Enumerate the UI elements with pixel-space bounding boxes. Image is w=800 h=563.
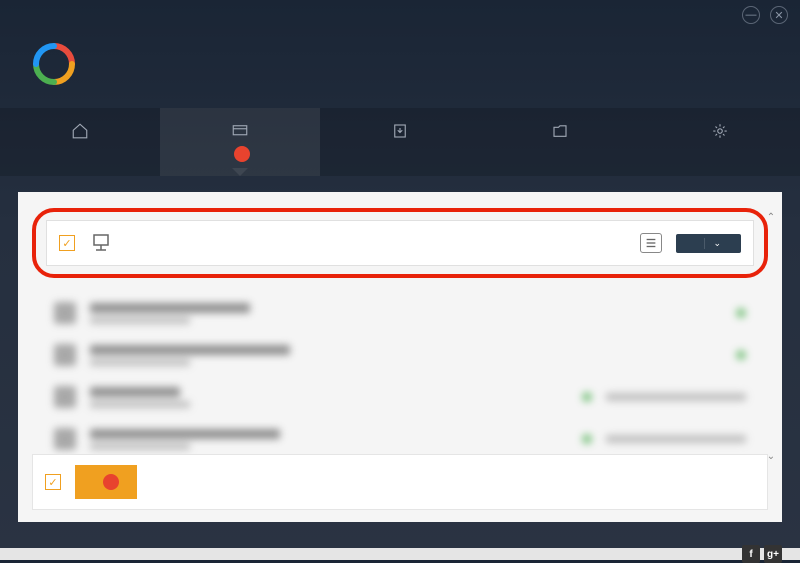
download-install-button[interactable] — [75, 465, 137, 499]
updates-badge — [234, 146, 250, 162]
settings-icon — [710, 122, 730, 140]
restore-icon — [550, 122, 570, 140]
footer: f g+ — [0, 548, 800, 560]
tab-backup[interactable] — [320, 108, 480, 176]
facebook-icon[interactable]: f — [742, 545, 760, 563]
network-card-icon — [89, 231, 113, 255]
scroll-up-icon[interactable]: ⌃ — [764, 212, 778, 223]
scrollbar[interactable]: ⌃ ⌄ — [764, 212, 778, 462]
brand-header — [0, 30, 800, 108]
chevron-down-icon[interactable]: ⌄ — [704, 238, 721, 249]
close-button[interactable]: ✕ — [770, 6, 788, 24]
home-icon — [70, 122, 90, 140]
window-controls: — ✕ — [0, 0, 800, 30]
app-logo-icon — [30, 40, 78, 88]
highlighted-driver: ✓ ⌄ — [32, 208, 768, 278]
driver-list-panel: ✓ ⌄ ⌃ ⌄ ✓ — [18, 192, 782, 522]
tab-settings[interactable] — [640, 108, 800, 176]
action-bar: ✓ — [32, 454, 768, 510]
driver-row[interactable]: ✓ ⌄ — [46, 220, 754, 266]
driver-row-blurred — [32, 292, 768, 334]
driver-row-blurred — [32, 376, 768, 418]
tab-driver-updates[interactable] — [160, 108, 320, 176]
social-links: f g+ — [742, 545, 782, 563]
backup-icon — [390, 122, 410, 140]
driver-row-blurred — [32, 334, 768, 376]
tab-restore[interactable] — [480, 108, 640, 176]
updates-icon — [230, 122, 250, 140]
download-badge — [103, 474, 119, 490]
select-all-checkbox[interactable]: ✓ — [45, 474, 61, 490]
details-icon[interactable] — [640, 233, 662, 253]
minimize-button[interactable]: — — [742, 6, 760, 24]
google-plus-icon[interactable]: g+ — [764, 545, 782, 563]
driver-checkbox[interactable]: ✓ — [59, 235, 75, 251]
update-button[interactable]: ⌄ — [676, 234, 741, 253]
main-tabs — [0, 108, 800, 176]
tab-home[interactable] — [0, 108, 160, 176]
